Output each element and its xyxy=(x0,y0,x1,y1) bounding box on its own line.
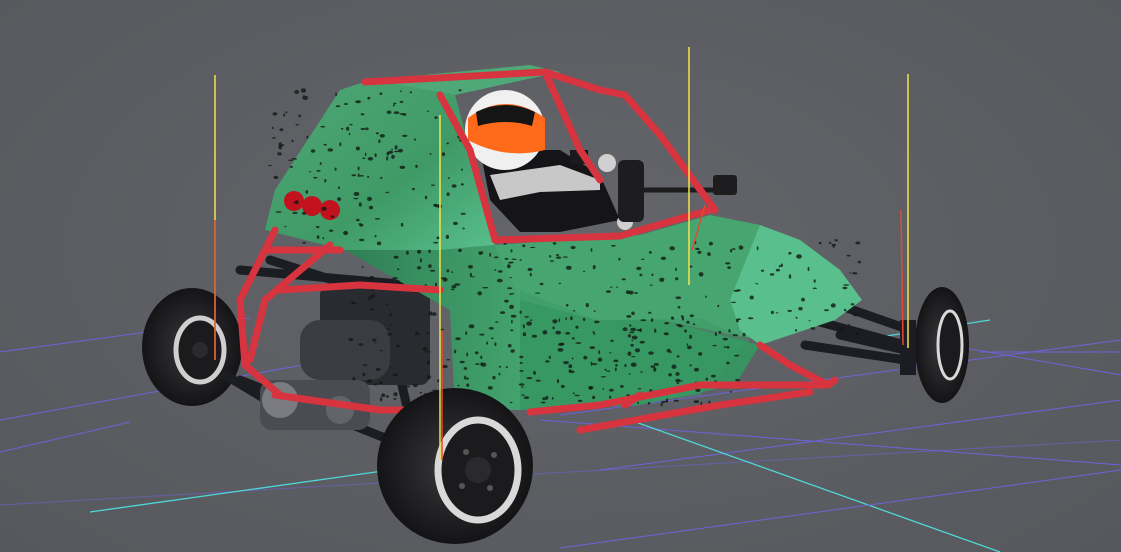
tail-light-icon xyxy=(284,191,304,211)
rear-right-wheel[interactable] xyxy=(377,388,533,544)
rear-left-wheel[interactable] xyxy=(142,288,242,406)
3d-viewport[interactable] xyxy=(0,0,1121,552)
scene-canvas[interactable] xyxy=(0,0,1121,552)
front-right-wheel[interactable] xyxy=(900,287,969,403)
